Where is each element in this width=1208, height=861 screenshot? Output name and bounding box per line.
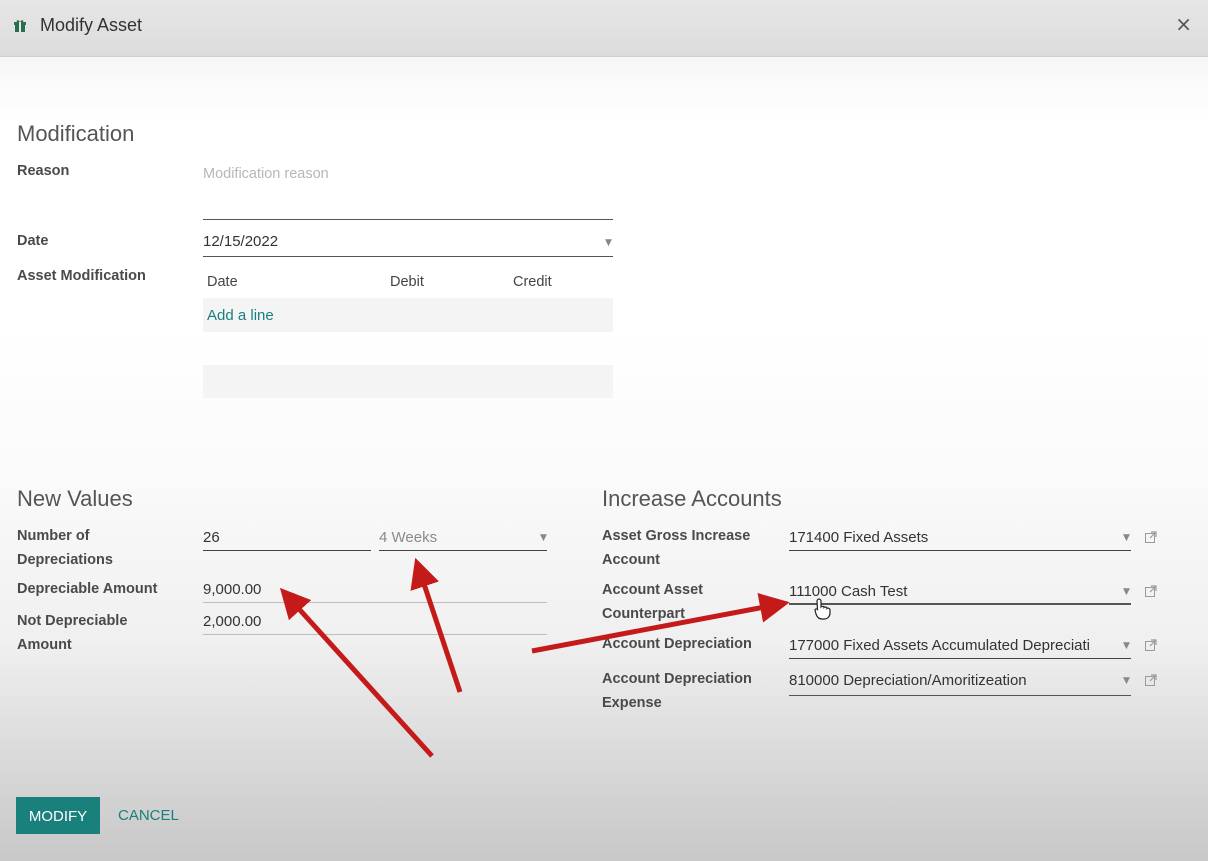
new-values-heading: New Values [17, 486, 133, 511]
account-depreciation-select[interactable]: 177000 Fixed Assets Accumulated Deprecia… [789, 635, 1131, 659]
gross-increase-caret-down-icon[interactable]: ▼ [1123, 533, 1130, 543]
modify-asset-dialog: Modify Asset × Modification Reason Modif… [0, 0, 1208, 861]
date-value: 12/15/2022 [203, 233, 279, 250]
depreciable-amount-value: 9,000.00 [203, 581, 262, 598]
reason-placeholder: Modification reason [203, 166, 329, 182]
modify-button[interactable]: MODIFY [16, 797, 100, 834]
account-depreciation-value: 177000 Fixed Assets Accumulated Deprecia… [789, 637, 1091, 654]
asset-gross-increase-value: 171400 Fixed Assets [789, 529, 929, 546]
depreciable-amount-label: Depreciable Amount [17, 581, 158, 597]
dialog-header: Modify Asset × [0, 0, 1208, 57]
period-value: 4 Weeks [379, 529, 438, 546]
number-of-depreciations-label: Number of Depreciations [17, 524, 113, 572]
depreciation-caret-down-icon[interactable]: ▼ [1123, 641, 1130, 651]
number-of-depreciations-label-line1: Number of [17, 528, 90, 544]
modification-heading: Modification [17, 121, 135, 146]
expense-label-line2: Expense [602, 695, 662, 711]
not-depreciable-label-line2: Amount [17, 637, 72, 653]
expense-label-line1: Account Depreciation [602, 671, 752, 687]
number-of-depreciations-label-line2: Depreciations [17, 552, 113, 568]
close-icon[interactable]: × [1175, 12, 1192, 36]
number-of-depreciations-value: 26 [203, 529, 220, 546]
asset-gross-increase-label: Asset Gross Increase Account [602, 524, 750, 572]
not-depreciable-amount-input[interactable]: 2,000.00 [203, 611, 547, 635]
period-select[interactable]: 4 Weeks [379, 527, 547, 551]
account-asset-counterpart-value: 111000 Cash Test [789, 583, 908, 600]
cancel-button[interactable]: CANCEL [118, 797, 179, 834]
gross-increase-label-line1: Asset Gross Increase [602, 528, 751, 544]
account-depreciation-expense-label: Account Depreciation Expense [602, 667, 752, 715]
asset-modification-label: Asset Modification [17, 268, 146, 284]
increase-accounts-heading: Increase Accounts [602, 486, 782, 511]
column-date[interactable]: Date [207, 274, 238, 290]
column-debit[interactable]: Debit [390, 274, 424, 290]
depreciation-external-link-icon[interactable] [1145, 639, 1157, 651]
not-depreciable-amount-label: Not Depreciable Amount [17, 609, 127, 657]
dialog-title: Modify Asset [40, 15, 143, 35]
date-input[interactable]: 12/15/2022 [203, 231, 613, 257]
account-depreciation-expense-value: 810000 Depreciation/Amoritizeation [789, 672, 1027, 689]
reason-input[interactable]: Modification reason [203, 163, 613, 220]
table-empty-row [203, 365, 613, 398]
counterpart-label-line1: Account Asset [602, 582, 703, 598]
depreciable-amount-input[interactable]: 9,000.00 [203, 579, 547, 603]
expense-caret-down-icon[interactable]: ▼ [1123, 676, 1130, 686]
period-caret-down-icon[interactable]: ▼ [540, 533, 547, 543]
date-caret-down-icon[interactable]: ▼ [605, 238, 612, 248]
asset-icon [14, 20, 26, 32]
expense-external-link-icon[interactable] [1145, 674, 1157, 686]
hand-pointer-icon [814, 598, 831, 620]
account-asset-counterpart-label: Account Asset Counterpart [602, 578, 703, 626]
number-of-depreciations-input[interactable]: 26 [203, 527, 371, 551]
reason-label: Reason [17, 163, 70, 179]
not-depreciable-label-line1: Not Depreciable [17, 613, 128, 629]
gross-increase-external-link-icon[interactable] [1145, 531, 1157, 543]
add-line-link[interactable]: Add a line [207, 307, 274, 324]
asset-gross-increase-select[interactable]: 171400 Fixed Assets [789, 527, 1131, 551]
account-depreciation-label: Account Depreciation [602, 636, 752, 652]
annotation-arrows [279, 557, 790, 758]
column-credit[interactable]: Credit [513, 274, 552, 290]
gross-increase-label-line2: Account [602, 552, 660, 568]
counterpart-external-link-icon[interactable] [1145, 585, 1157, 597]
counterpart-caret-down-icon[interactable]: ▼ [1123, 587, 1130, 597]
account-asset-counterpart-select[interactable]: 111000 Cash Test [789, 581, 1131, 605]
counterpart-label-line2: Counterpart [602, 606, 685, 622]
account-depreciation-expense-select[interactable]: 810000 Depreciation/Amoritizeation [789, 670, 1131, 696]
not-depreciable-amount-value: 2,000.00 [203, 613, 262, 630]
date-label: Date [17, 233, 49, 249]
